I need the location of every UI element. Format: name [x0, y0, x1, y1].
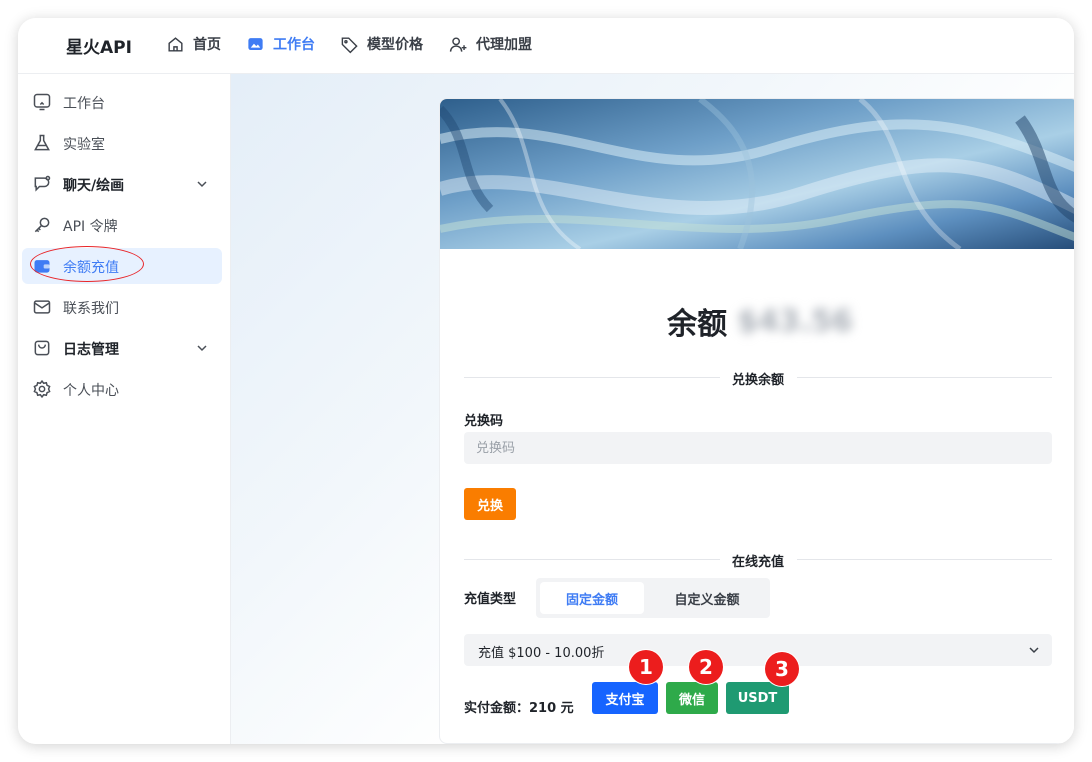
online-section-divider: 在线充值	[464, 549, 1052, 571]
plan-select-value: 充值 $100 - 10.00折	[478, 646, 605, 661]
sidebar-item-log-management[interactable]: 日志管理	[22, 330, 222, 366]
sidebar-item-label: 日志管理	[63, 342, 119, 358]
app-window: 星火API 首页 工作台 模型价格 代理加盟 工作台 实验室 聊天/绘画 API…	[18, 18, 1074, 744]
sidebar-item-label: 聊天/绘画	[63, 178, 125, 194]
sidebar-item-lab[interactable]: 实验室	[22, 125, 222, 161]
tag-icon	[341, 36, 358, 53]
annotation-circle	[30, 246, 144, 282]
sidebar-item-workbench[interactable]: 工作台	[22, 84, 222, 120]
main-content: 余额 $43.56 兑换余额 兑换码 兑换 在线充值 充值类型 固定金额 自定义…	[231, 74, 1074, 744]
nav-model-pricing[interactable]: 模型价格	[340, 32, 423, 56]
nav-agent-join[interactable]: 代理加盟	[449, 32, 532, 56]
code-label: 兑换码	[464, 414, 504, 429]
chevron-down-icon[interactable]	[194, 340, 210, 356]
monitor-icon	[33, 93, 51, 111]
recharge-card: 余额 $43.56 兑换余额 兑换码 兑换 在线充值 充值类型 固定金额 自定义…	[439, 98, 1074, 744]
bag-icon	[34, 340, 50, 356]
top-nav-bar: 星火API 首页 工作台 模型价格 代理加盟	[18, 18, 1074, 74]
nav-home-label: 首页	[193, 37, 221, 53]
nav-home[interactable]: 首页	[166, 32, 221, 56]
tab-fixed-amount[interactable]: 固定金额	[540, 582, 644, 614]
banner-image	[440, 99, 1074, 249]
pay-amount-label: 实付金额：210 元	[464, 701, 574, 716]
redeem-section-divider: 兑换余额	[464, 367, 1052, 389]
sidebar-item-label: API 令牌	[63, 219, 118, 235]
key-icon	[34, 217, 50, 233]
mail-icon	[33, 300, 51, 314]
home-icon	[168, 36, 183, 52]
tab-custom-amount[interactable]: 自定义金额	[648, 582, 766, 614]
sidebar-item-api-token[interactable]: API 令牌	[22, 207, 222, 243]
sidebar-item-contact[interactable]: 联系我们	[22, 289, 222, 325]
alipay-button[interactable]: 支付宝	[592, 682, 658, 714]
redeem-button[interactable]: 兑换	[464, 488, 516, 520]
balance-value: $43.56	[737, 303, 853, 339]
recharge-type-switch: 固定金额 自定义金额	[536, 578, 770, 618]
chat-icon	[34, 175, 51, 192]
sidebar-item-chat-draw[interactable]: 聊天/绘画	[22, 166, 222, 202]
gear-icon	[33, 379, 51, 399]
chevron-down-icon[interactable]	[194, 176, 210, 192]
flask-icon	[34, 134, 50, 151]
brand-logo[interactable]: 星火API	[66, 33, 132, 58]
annotation-badge-1: 1	[629, 650, 663, 684]
sidebar-item-label: 个人中心	[63, 383, 119, 399]
usdt-pay-button[interactable]: USDT	[726, 682, 789, 714]
sidebar-item-label: 联系我们	[63, 301, 119, 317]
add-user-icon	[449, 36, 467, 52]
sidebar: 工作台 实验室 聊天/绘画 API 令牌 余额充值 联系我们 日志管理 个人中心	[18, 74, 231, 744]
redeem-section-title: 兑换余额	[731, 373, 784, 388]
nav-agent-join-label: 代理加盟	[476, 37, 532, 53]
chevron-down-icon	[1029, 647, 1039, 654]
workbench-icon	[248, 37, 263, 50]
balance-display: 余额 $43.56	[440, 299, 1074, 343]
online-section-title: 在线充值	[731, 555, 784, 570]
annotation-badge-2: 2	[689, 650, 723, 684]
nav-workbench[interactable]: 工作台	[246, 32, 315, 56]
redeem-code-input[interactable]	[464, 432, 1052, 464]
nav-workbench-label: 工作台	[273, 37, 315, 53]
plan-select[interactable]: 充值 $100 - 10.00折	[464, 634, 1052, 666]
sidebar-item-profile[interactable]: 个人中心	[22, 371, 222, 407]
balance-label: 余额	[667, 307, 728, 342]
nav-model-pricing-label: 模型价格	[367, 37, 423, 53]
sidebar-item-label: 工作台	[63, 96, 105, 112]
recharge-type-label: 充值类型	[464, 592, 517, 607]
wechat-pay-button[interactable]: 微信	[666, 682, 718, 714]
sidebar-item-label: 实验室	[63, 137, 105, 153]
annotation-badge-3: 3	[765, 652, 799, 686]
